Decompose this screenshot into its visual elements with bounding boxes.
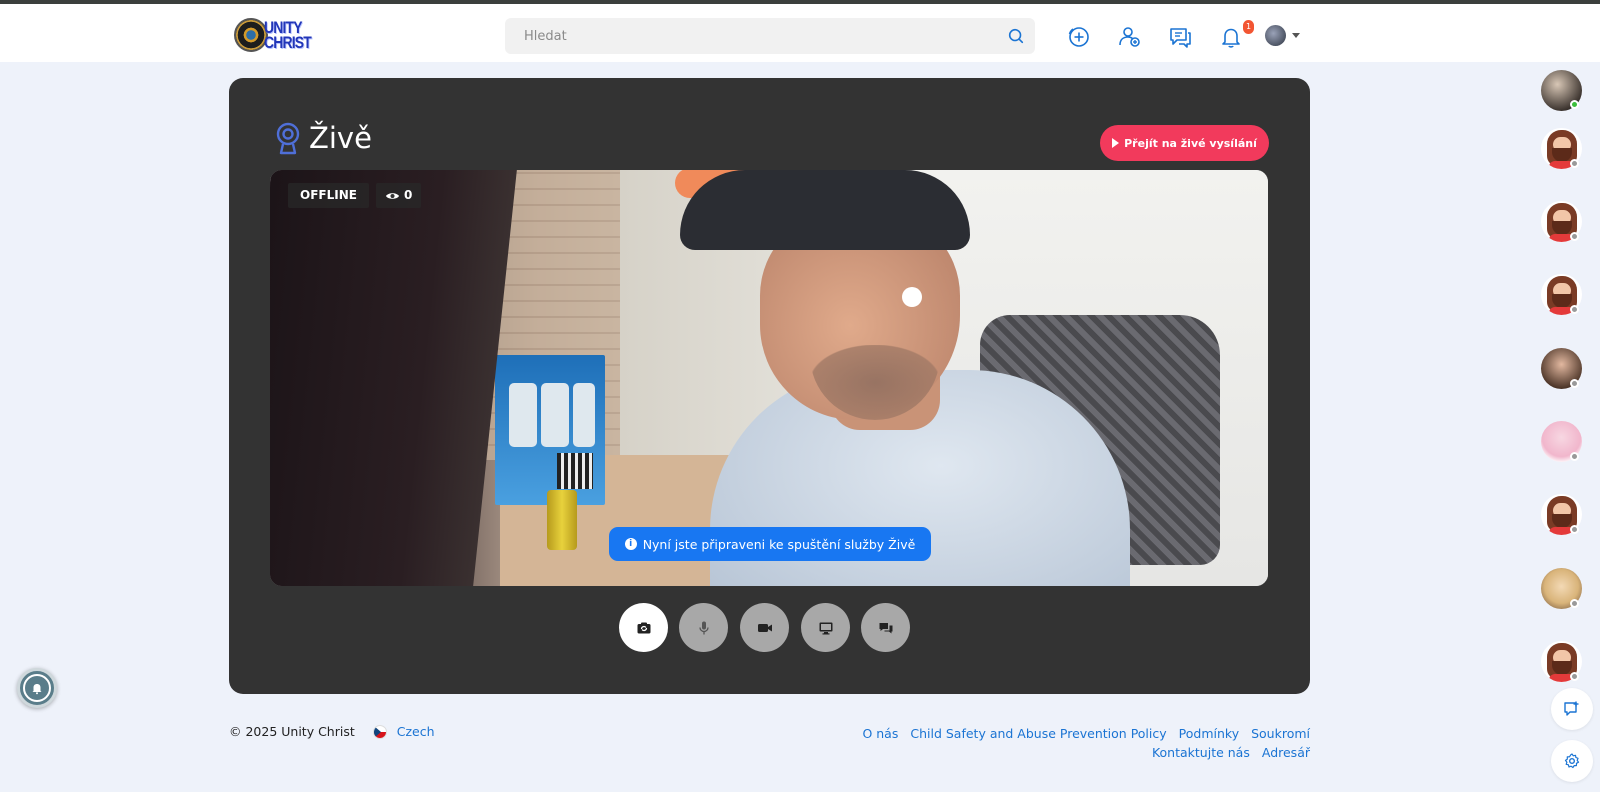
- new-message-button[interactable]: [1551, 688, 1593, 730]
- footer-link-about[interactable]: O nás: [862, 726, 898, 741]
- poster: [495, 355, 605, 505]
- settings-button[interactable]: [1551, 740, 1593, 782]
- push-notification-button[interactable]: [17, 668, 57, 708]
- camera-switch-button[interactable]: [619, 603, 668, 652]
- page-title: Živě: [275, 121, 372, 155]
- footer-left: © 2025 Unity Christ Czech: [229, 724, 435, 739]
- ready-message-text: Nyní jste připraveni ke spuštění služby …: [642, 536, 916, 552]
- offline-indicator: [1570, 672, 1579, 681]
- user-avatar[interactable]: [1265, 25, 1286, 46]
- camera-switch-icon: [637, 622, 650, 633]
- online-indicator: [1570, 100, 1579, 109]
- offline-indicator: [1570, 525, 1579, 534]
- logo-text: UNITY CHRIST: [264, 18, 312, 52]
- add-friend-icon[interactable]: [1117, 24, 1143, 50]
- offline-indicator: [1570, 379, 1579, 388]
- site-logo[interactable]: UNITY CHRIST: [234, 16, 321, 54]
- offline-indicator: [1570, 599, 1579, 608]
- status-badge: OFFLINE: [288, 183, 369, 208]
- footer-links: O nás Child Safety and Abuse Prevention P…: [840, 724, 1310, 762]
- offline-indicator: [1570, 452, 1579, 461]
- footer-link-contact[interactable]: Kontaktujte nás: [1152, 745, 1250, 760]
- language-selector[interactable]: Czech: [397, 724, 435, 739]
- copyright: © 2025 Unity Christ: [229, 724, 355, 739]
- offline-indicator: [1570, 159, 1579, 168]
- go-live-button[interactable]: Přejít na živé vysílání: [1100, 125, 1269, 161]
- microphone-icon: [698, 621, 709, 634]
- footer-link-privacy[interactable]: Soukromí: [1251, 726, 1310, 741]
- eye-icon: [385, 192, 400, 199]
- footer-link-directory[interactable]: Adresář: [1262, 745, 1310, 760]
- gear-icon: [1564, 753, 1580, 769]
- czech-flag-icon: [372, 724, 387, 739]
- bell-icon: [32, 684, 42, 695]
- chat-icon[interactable]: [1167, 24, 1193, 50]
- search-bar: [505, 18, 1035, 54]
- new-chat-icon: [1564, 701, 1579, 716]
- search-icon[interactable]: [1007, 27, 1025, 45]
- offline-indicator: [1570, 232, 1579, 241]
- video-toggle-button[interactable]: [740, 603, 789, 652]
- offline-indicator: [1570, 305, 1579, 314]
- live-title-text: Živě: [309, 121, 372, 155]
- viewer-count: 0: [375, 183, 422, 208]
- play-icon: [1112, 138, 1120, 148]
- chat-toggle-button[interactable]: [861, 603, 910, 652]
- live-location-icon: [276, 122, 300, 155]
- screen-share-icon: [819, 622, 832, 634]
- video-camera-icon: [757, 623, 772, 632]
- footer-link-child-safety[interactable]: Child Safety and Abuse Prevention Policy: [910, 726, 1166, 741]
- camera-preview: [270, 170, 1268, 586]
- info-icon: i: [624, 538, 637, 550]
- viewer-count-value: 0: [403, 188, 413, 202]
- stream-status: OFFLINE 0: [288, 183, 422, 208]
- chat-bubbles-icon: [879, 622, 892, 633]
- notification-badge: 1: [1243, 20, 1254, 34]
- logo-badge: [234, 18, 268, 52]
- search-input[interactable]: [505, 18, 1035, 54]
- chevron-down-icon[interactable]: [1292, 33, 1300, 38]
- bell-icon[interactable]: [1218, 24, 1244, 50]
- microphone-button[interactable]: [679, 603, 728, 652]
- ready-message: i Nyní jste připraveni ke spuštění služb…: [609, 527, 931, 561]
- go-live-label: Přejít na živé vysílání: [1124, 136, 1257, 150]
- footer-link-terms[interactable]: Podmínky: [1179, 726, 1239, 741]
- screen-share-button[interactable]: [801, 603, 850, 652]
- add-circle-icon[interactable]: [1066, 24, 1092, 50]
- top-header: UNITYCHRIST 1: [0, 4, 1600, 62]
